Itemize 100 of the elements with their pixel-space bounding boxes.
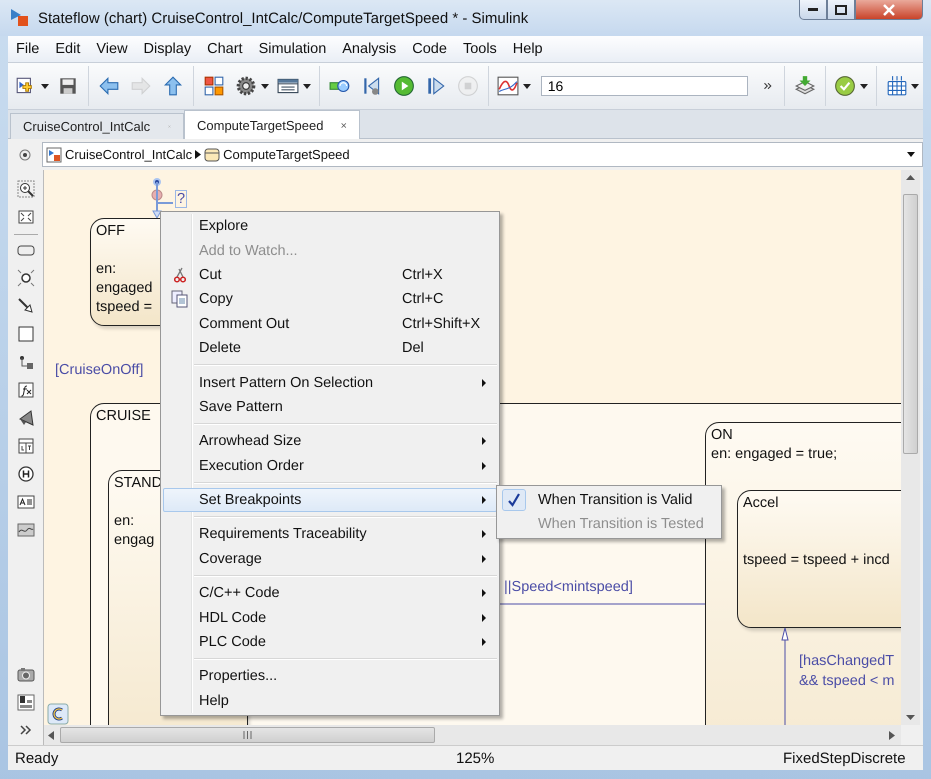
close-button[interactable] <box>855 0 923 20</box>
tab[interactable]: ComputeTargetSpeed <box>184 110 360 139</box>
menu-item[interactable]: When Transition is Valid <box>499 488 719 512</box>
state-name: ON <box>711 426 733 445</box>
menu-item[interactable]: Requirements Traceability <box>163 522 497 547</box>
state-action: en: <box>96 260 116 279</box>
fit-view-icon[interactable] <box>16 208 34 226</box>
caret-icon <box>303 84 311 88</box>
transition-label: [hasChangedT && tspeed < m <box>799 652 895 691</box>
menu-item[interactable]: Save Pattern <box>163 394 497 420</box>
caret-icon <box>911 84 920 88</box>
close-icon <box>882 4 896 16</box>
tab[interactable]: CruiseControl_IntCalc <box>10 113 184 139</box>
menu-item[interactable]: Simulation <box>250 41 334 57</box>
menu-item[interactable]: Set Breakpoints <box>163 488 497 512</box>
check-icon <box>834 75 856 97</box>
scroll-down-icon[interactable] <box>906 715 915 721</box>
model-icon <box>46 146 62 162</box>
horizontal-scrollbar[interactable] <box>44 725 901 745</box>
menu-item[interactable]: Cut Ctrl+X <box>163 262 497 288</box>
scroll-right-icon[interactable] <box>889 730 895 740</box>
dropdown-button[interactable] <box>302 84 312 88</box>
menu-item[interactable]: File <box>8 41 48 57</box>
menu-item[interactable]: Coverage <box>163 546 497 572</box>
scissors-icon <box>174 266 186 283</box>
minimize-icon <box>808 8 818 12</box>
vertical-scrollbar[interactable] <box>901 170 920 725</box>
state-name: Accel <box>743 494 778 513</box>
menu-item[interactable]: PLC Code <box>163 630 497 654</box>
caret-icon <box>40 84 49 88</box>
maximize-button[interactable] <box>827 0 855 20</box>
back-arrow-icon <box>98 75 120 97</box>
grip-icon <box>243 731 252 739</box>
maximize-icon <box>835 4 847 14</box>
forward-arrow-icon <box>130 75 152 97</box>
menu-item[interactable]: Execution Order <box>163 454 497 478</box>
function-icon[interactable] <box>16 381 34 399</box>
state-name: CRUISE <box>96 407 151 426</box>
menu-item[interactable]: Edit <box>47 41 88 57</box>
state-action: en: <box>114 512 134 531</box>
dropdown-button[interactable] <box>907 152 915 157</box>
arrow-icon[interactable] <box>16 297 34 315</box>
state-action: engaged <box>96 279 152 298</box>
menu-item[interactable]: Properties... <box>163 664 497 689</box>
image-icon[interactable] <box>16 521 34 539</box>
scroll-up-icon[interactable] <box>906 174 915 180</box>
menu-item[interactable]: Insert Pattern On Selection <box>163 370 497 395</box>
dropdown-button[interactable] <box>859 84 869 88</box>
state-name: OFF <box>96 222 125 241</box>
history-junction-icon[interactable] <box>16 465 34 483</box>
breadcrumb-item[interactable]: ComputeTargetSpeed <box>223 147 350 162</box>
menu-item[interactable]: HDL Code <box>163 605 497 630</box>
app-icon <box>10 8 30 28</box>
library-icon <box>203 75 226 97</box>
menu-item[interactable]: Chart <box>199 41 251 57</box>
menu-item[interactable]: Analysis <box>334 41 404 57</box>
stop-icon <box>456 75 479 97</box>
dropdown-button[interactable] <box>40 84 50 88</box>
menu-item[interactable]: Display <box>136 41 200 57</box>
run-icon <box>392 75 415 97</box>
scope-icon <box>497 75 520 97</box>
menu-item[interactable]: Code <box>404 41 455 57</box>
dropdown-button[interactable] <box>522 84 532 88</box>
menu-item[interactable]: C/C++ Code <box>163 581 497 606</box>
gear-icon <box>235 75 258 97</box>
pending-label: ? <box>175 190 188 208</box>
up-arrow-icon <box>162 75 184 97</box>
back-circle-icon[interactable] <box>19 148 31 160</box>
close-icon[interactable] <box>341 120 347 130</box>
dropdown-button[interactable] <box>910 84 920 88</box>
menu-item[interactable]: Delete Del <box>163 336 497 360</box>
cone-icon[interactable] <box>16 409 34 427</box>
menu-item[interactable]: Help <box>504 41 551 57</box>
zoom-level: 125% <box>456 750 494 766</box>
camera-icon[interactable] <box>16 665 34 683</box>
caret-icon <box>860 84 868 88</box>
minimize-button[interactable] <box>799 0 827 20</box>
chart-type-icon[interactable] <box>47 703 69 725</box>
menu-item[interactable]: View <box>88 41 136 57</box>
menu-item[interactable]: Copy Ctrl+C <box>163 287 497 312</box>
junction-icon[interactable] <box>16 269 34 287</box>
dropdown-button[interactable] <box>260 84 270 88</box>
model-explorer-icon[interactable] <box>16 693 34 711</box>
grid-icon <box>886 75 908 97</box>
solver-name: FixedStepDiscrete <box>783 750 906 766</box>
menu-item[interactable]: Comment Out Ctrl+Shift+X <box>163 312 497 336</box>
menu-item[interactable]: Explore <box>163 214 497 238</box>
zoom-in-icon[interactable] <box>16 180 34 198</box>
breadcrumb-item[interactable]: CruiseControl_IntCalc <box>65 147 192 162</box>
menu-item[interactable]: Tools <box>454 41 505 57</box>
box-icon[interactable] <box>16 325 34 343</box>
truth-table-icon[interactable] <box>16 437 34 455</box>
menu-item[interactable]: Help <box>163 688 497 714</box>
menu-item[interactable]: Arrowhead Size <box>163 429 497 454</box>
transition-label: ||Speed<mintspeed] <box>504 578 633 597</box>
scroll-left-icon[interactable] <box>48 730 54 740</box>
status-text: Ready <box>15 750 58 766</box>
stop-time-field[interactable]: 16 <box>540 76 748 96</box>
check-mark-icon <box>508 493 520 507</box>
annotation-icon[interactable] <box>16 493 34 511</box>
